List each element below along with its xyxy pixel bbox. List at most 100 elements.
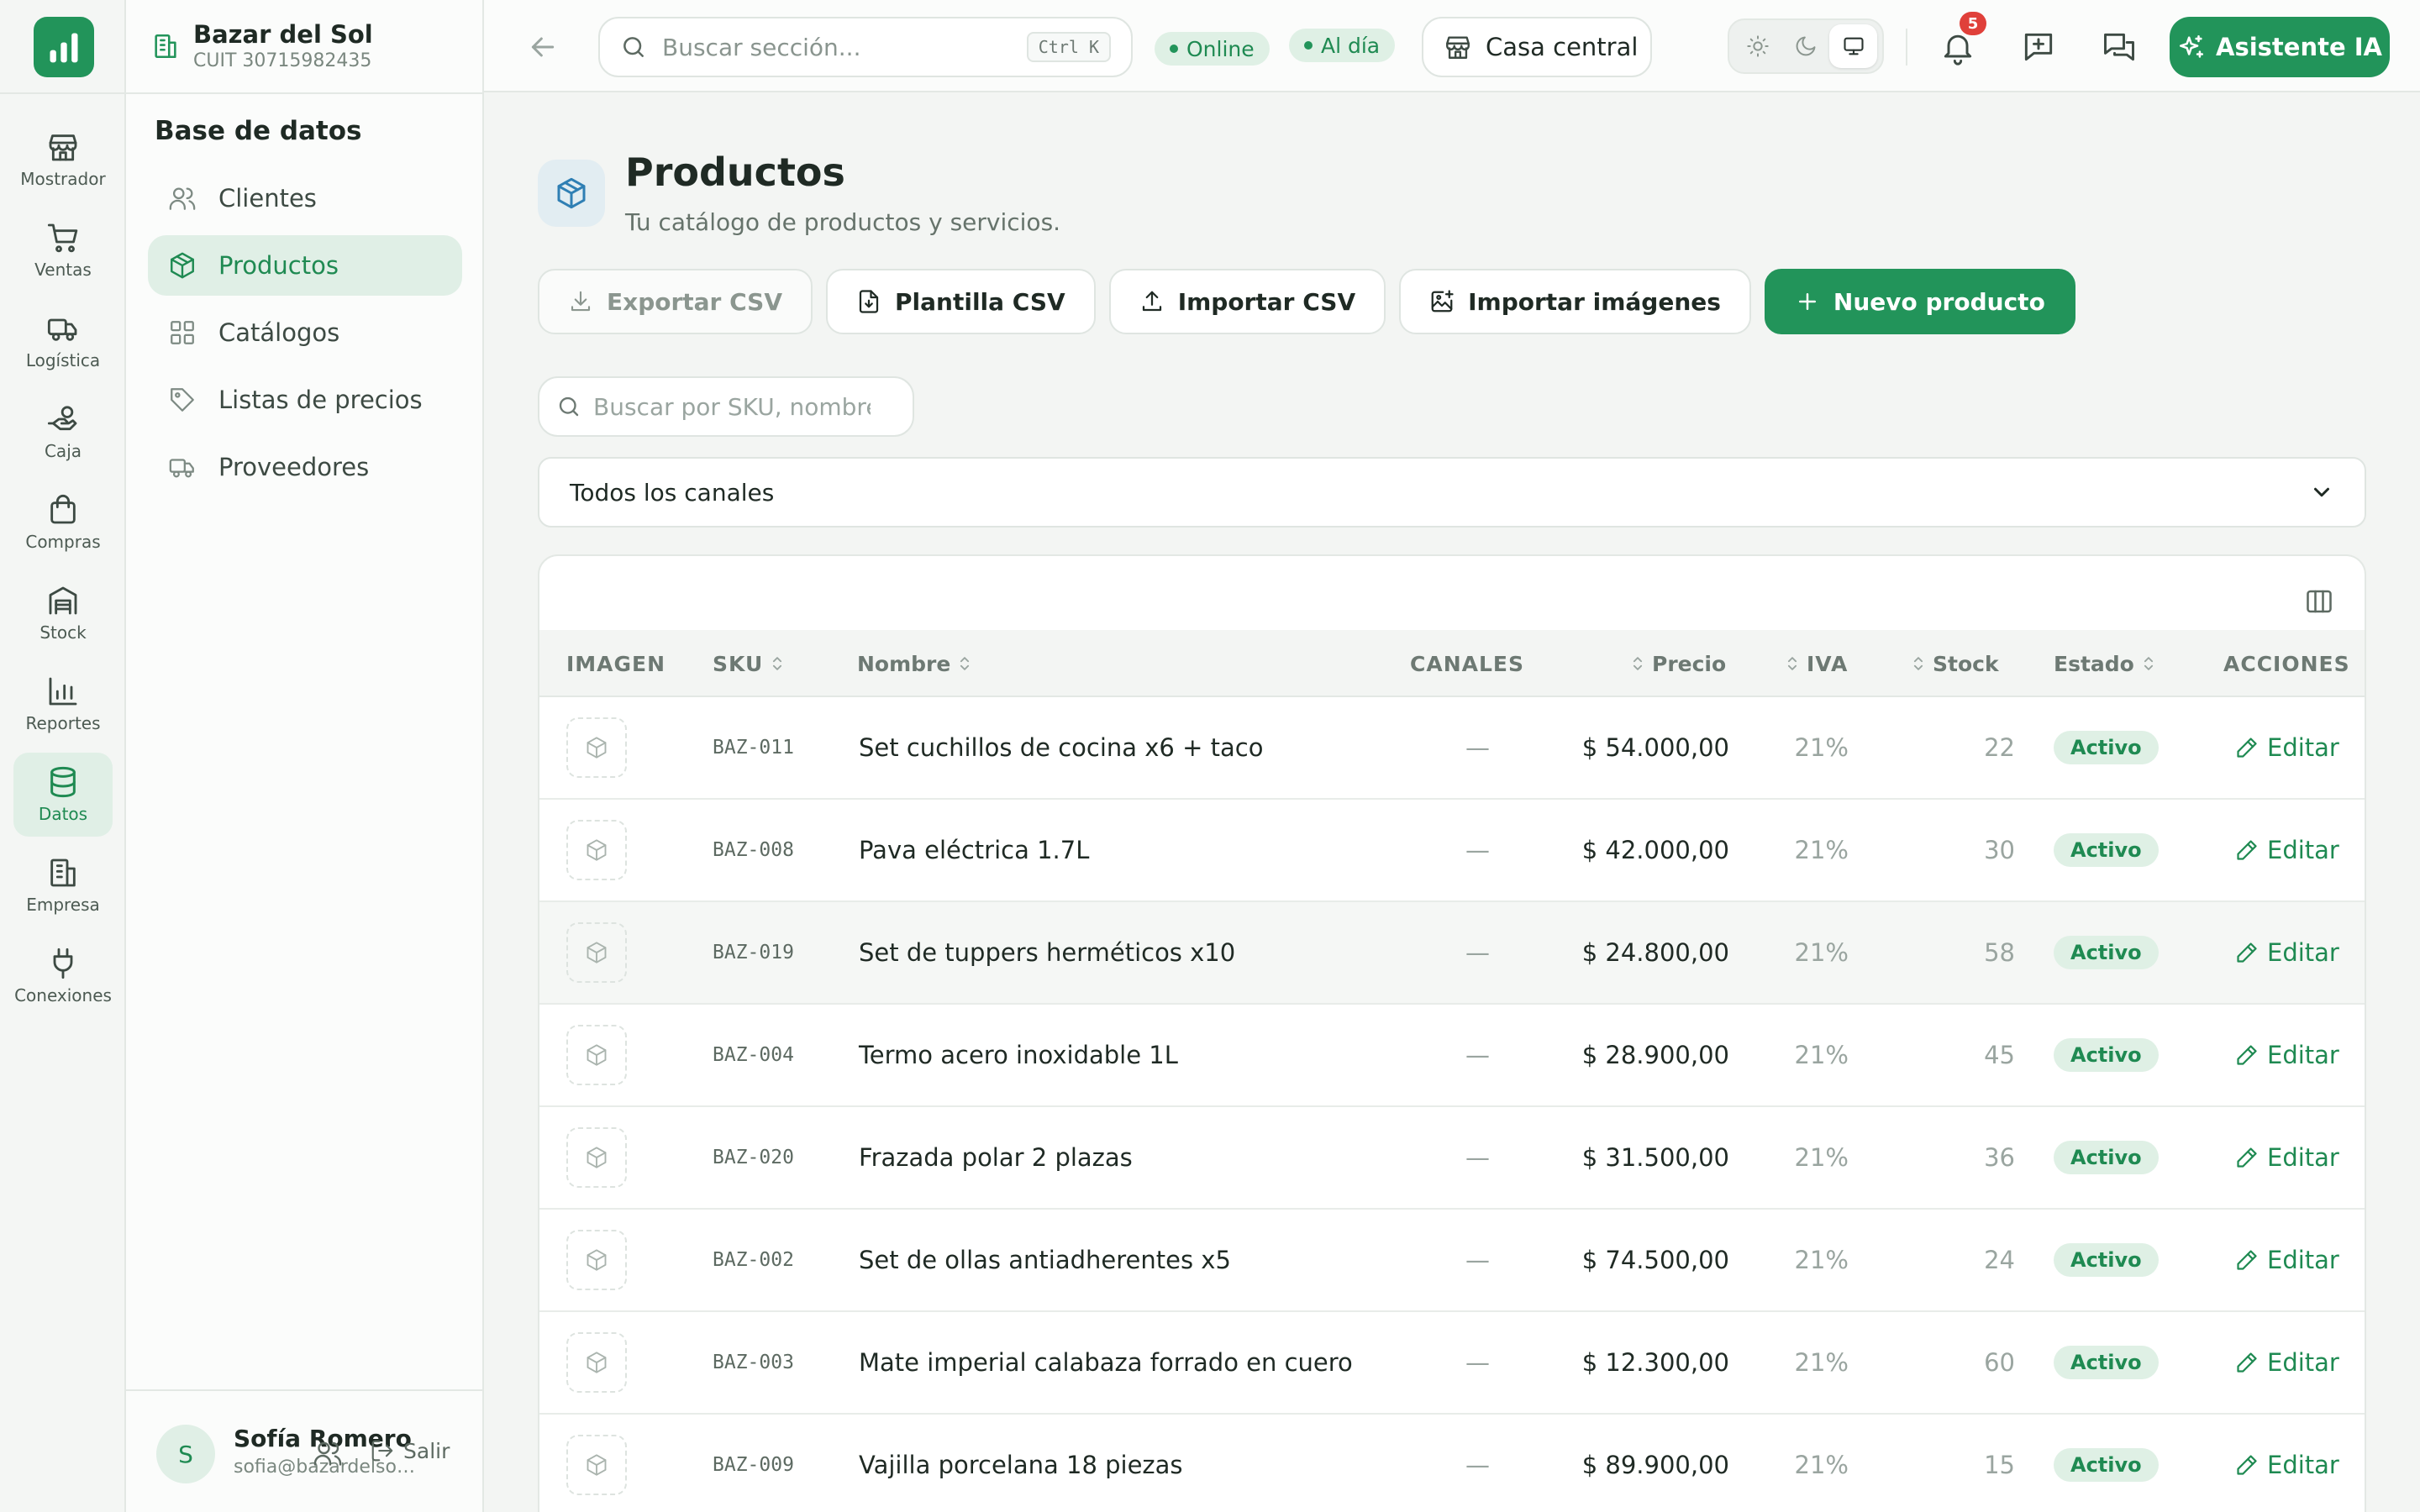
rail-item-datos[interactable]: Datos <box>13 753 113 837</box>
product-search-input[interactable] <box>593 392 871 421</box>
product-stock: 58 <box>1984 938 2015 967</box>
col-header-status[interactable]: Estado <box>2054 630 2163 697</box>
rail-item-logistica[interactable]: Logística <box>13 299 113 383</box>
table-row[interactable]: BAZ-004 Termo acero inoxidable 1L — $ 28… <box>539 1005 2365 1107</box>
product-name: Pava eléctrica 1.7L <box>859 836 1090 864</box>
sun-icon <box>1747 35 1769 57</box>
product-image-placeholder[interactable] <box>566 717 627 778</box>
sort-icon <box>960 657 970 670</box>
rail-item-conexiones[interactable]: Conexiones <box>13 934 113 1018</box>
csv-template-button[interactable]: Plantilla CSV <box>826 269 1096 334</box>
rail-item-label: Stock <box>39 622 87 643</box>
product-stock: 60 <box>1984 1348 2015 1377</box>
box-icon <box>587 942 607 963</box>
product-channels: — <box>1465 1246 1490 1274</box>
col-header-name[interactable]: Nombre <box>857 630 979 697</box>
edit-button[interactable]: Editar <box>2235 1246 2339 1274</box>
sidebar-item-listas-de-precios[interactable]: Listas de precios <box>148 370 462 430</box>
table-row[interactable]: BAZ-009 Vajilla porcelana 18 piezas — $ … <box>539 1415 2365 1512</box>
download-icon <box>571 291 591 312</box>
store-icon <box>49 134 77 161</box>
online-status-label: Online <box>1186 36 1255 61</box>
light-theme-button[interactable] <box>1734 24 1782 68</box>
switch-user-icon[interactable] <box>313 1438 343 1468</box>
rail-item-caja[interactable]: Caja <box>13 390 113 474</box>
rail-item-compras[interactable]: Compras <box>13 480 113 564</box>
import-images-button[interactable]: Importar imágenes <box>1399 269 1751 334</box>
store-icon <box>1446 36 1470 59</box>
col-header-price[interactable]: Precio <box>1623 630 1726 697</box>
product-image-placeholder[interactable] <box>566 820 627 880</box>
col-header-stock[interactable]: Stock <box>1904 630 1999 697</box>
sidebar-item-productos[interactable]: Productos <box>148 235 462 296</box>
product-image-placeholder[interactable] <box>566 1435 627 1495</box>
arrow-left-icon[interactable] <box>526 30 560 64</box>
col-header-label: Nombre <box>857 651 951 676</box>
import-csv-button[interactable]: Importar CSV <box>1108 269 1386 334</box>
product-search <box>538 376 914 437</box>
status-badge: Activo <box>2054 1243 2159 1277</box>
company-name: Bazar del Sol <box>193 20 373 49</box>
edit-button[interactable]: Editar <box>2235 1041 2339 1069</box>
product-price: $ 42.000,00 <box>1581 836 1729 864</box>
product-sku: BAZ-003 <box>713 1352 794 1373</box>
rail-item-empresa[interactable]: Empresa <box>13 843 113 927</box>
status-badge: Activo <box>2054 731 2159 764</box>
table-row[interactable]: BAZ-011 Set cuchillos de cocina x6 + tac… <box>539 697 2365 800</box>
rail-item-mostrador[interactable]: Mostrador <box>13 118 113 202</box>
product-image-placeholder[interactable] <box>566 922 627 983</box>
product-image-placeholder[interactable] <box>566 1332 627 1393</box>
edit-button[interactable]: Editar <box>2235 836 2339 864</box>
edit-label: Editar <box>2267 1451 2339 1479</box>
message-plus-icon[interactable] <box>2020 29 2057 66</box>
export-csv-button[interactable]: Exportar CSV <box>538 269 813 334</box>
sidebar-item-clientes[interactable]: Clientes <box>148 168 462 228</box>
dark-theme-button[interactable] <box>1782 24 1830 68</box>
col-header-sku[interactable]: SKU <box>713 630 792 697</box>
app-logo[interactable] <box>34 17 94 77</box>
product-image-placeholder[interactable] <box>566 1230 627 1290</box>
branch-selector[interactable]: Casa central <box>1422 17 1652 77</box>
sidebar-item-catalogos[interactable]: Catálogos <box>148 302 462 363</box>
channel-filter-select[interactable]: Todos los canales <box>538 457 2366 528</box>
sync-status-label: Al día <box>1321 33 1381 58</box>
sparkles-icon <box>2179 34 2204 58</box>
chat-bubbles-icon[interactable] <box>2101 29 2138 66</box>
page-subtitle: Tu catálogo de productos y servicios. <box>625 208 1061 236</box>
table-row[interactable]: BAZ-008 Pava eléctrica 1.7L — $ 42.000,0… <box>539 800 2365 902</box>
avatar[interactable]: S <box>156 1425 215 1483</box>
company-brand[interactable]: Bazar del Sol CUIT 30715982435 <box>151 17 373 76</box>
rail-item-stock[interactable]: Stock <box>13 571 113 655</box>
edit-button[interactable]: Editar <box>2235 733 2339 762</box>
rail-item-ventas[interactable]: Ventas <box>13 208 113 292</box>
product-price: $ 12.300,00 <box>1581 1348 1729 1377</box>
box-icon <box>171 252 194 279</box>
columns-icon[interactable] <box>2304 586 2334 617</box>
logout-button[interactable]: Salir <box>370 1438 450 1463</box>
product-image-placeholder[interactable] <box>566 1127 627 1188</box>
sidebar-item-proveedores[interactable]: Proveedores <box>148 437 462 497</box>
table-row[interactable]: BAZ-020 Frazada polar 2 plazas — $ 31.50… <box>539 1107 2365 1210</box>
status-badge: Activo <box>2054 833 2159 867</box>
rail-item-reportes[interactable]: Reportes <box>13 662 113 746</box>
search-icon <box>623 37 644 57</box>
edit-button[interactable]: Editar <box>2235 1348 2339 1377</box>
search-shortcut: Ctrl K <box>1026 32 1111 62</box>
edit-button[interactable]: Editar <box>2235 1451 2339 1479</box>
new-product-button[interactable]: Nuevo producto <box>1764 269 2075 334</box>
section-search[interactable]: Buscar sección... Ctrl K <box>598 17 1133 77</box>
file-download-icon <box>859 290 879 313</box>
plug-icon <box>53 948 73 979</box>
edit-button[interactable]: Editar <box>2235 938 2339 967</box>
system-theme-button[interactable] <box>1829 24 1878 68</box>
product-image-placeholder[interactable] <box>566 1025 627 1085</box>
product-channels: — <box>1465 1143 1490 1172</box>
edit-button[interactable]: Editar <box>2235 1143 2339 1172</box>
col-header-iva[interactable]: IVA <box>1778 630 1848 697</box>
table-row[interactable]: BAZ-003 Mate imperial calabaza forrado e… <box>539 1312 2365 1415</box>
ai-assistant-button[interactable]: Asistente IA <box>2170 17 2390 77</box>
table-row[interactable]: BAZ-019 Set de tuppers herméticos x10 — … <box>539 902 2365 1005</box>
table-row[interactable]: BAZ-002 Set de ollas antiadherentes x5 —… <box>539 1210 2365 1312</box>
sort-icon <box>1787 657 1797 670</box>
sidebar-item-label: Productos <box>218 251 339 280</box>
